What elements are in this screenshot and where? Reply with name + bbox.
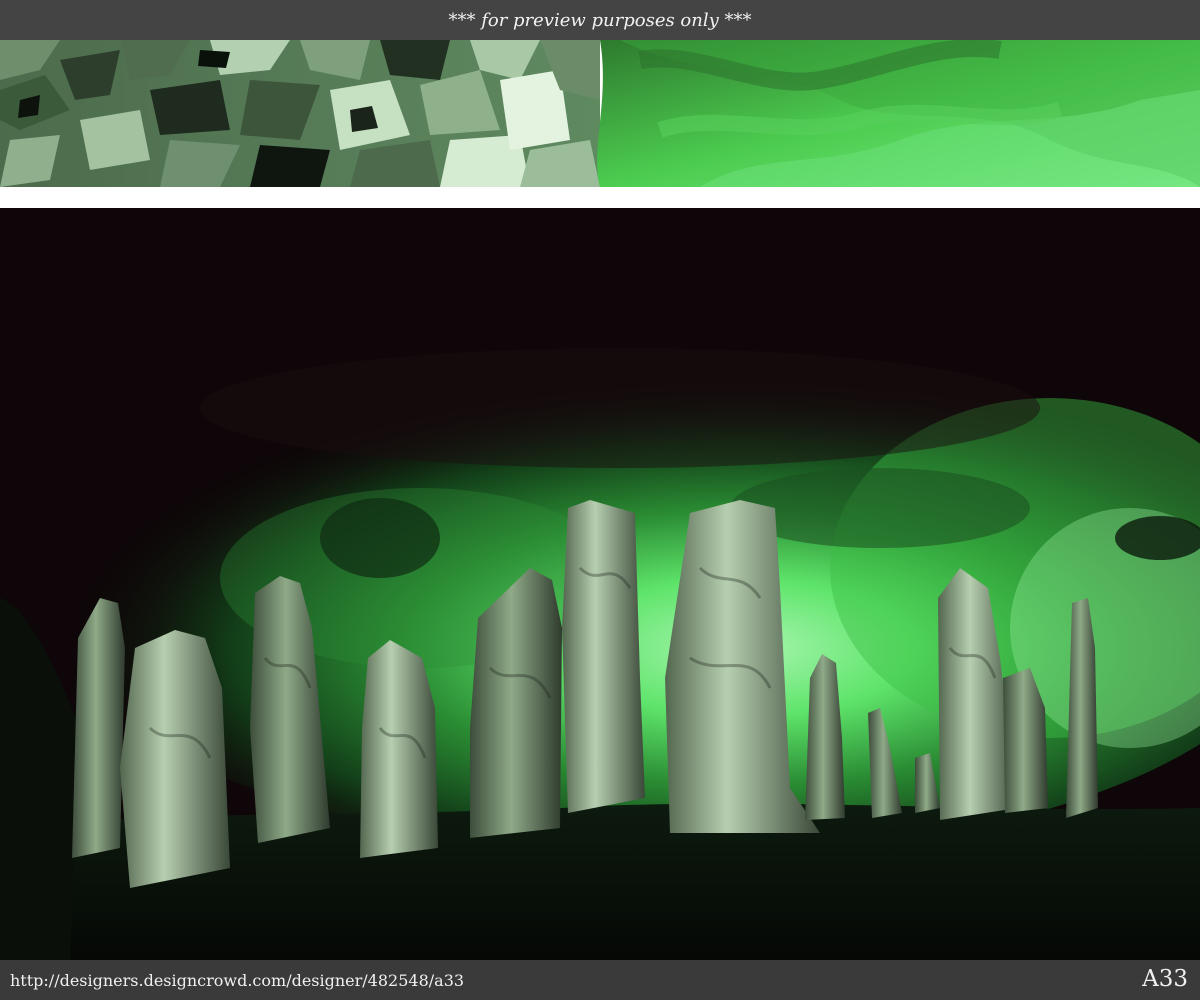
- preview-page: *** for preview purposes only *** http:/…: [0, 0, 1200, 1000]
- preview-notice-bar: *** for preview purposes only ***: [0, 0, 1200, 40]
- preview-notice-text: *** for preview purposes only ***: [448, 9, 752, 31]
- divider-strip: [0, 187, 1200, 208]
- banner-image: [0, 40, 1200, 187]
- design-code: A33: [1142, 966, 1188, 992]
- footer-bar: http://designers.designcrowd.com/designe…: [0, 960, 1200, 1000]
- designer-url-link[interactable]: http://designers.designcrowd.com/designe…: [10, 971, 464, 990]
- main-artwork: [0, 208, 1200, 960]
